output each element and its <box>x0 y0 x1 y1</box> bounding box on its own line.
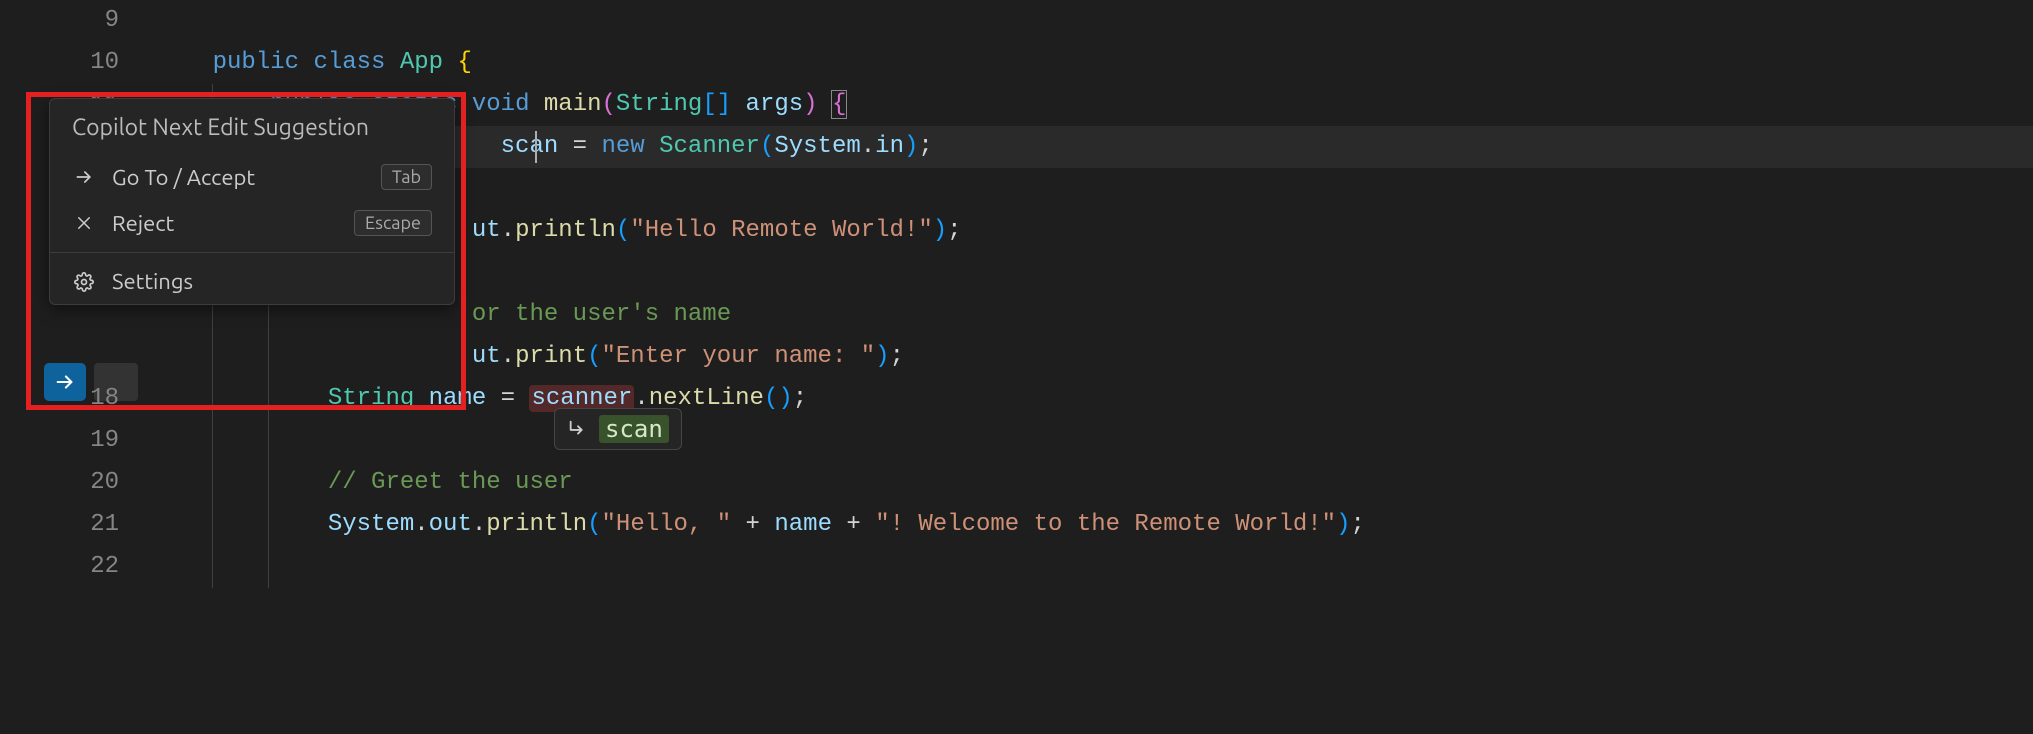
code-editor[interactable]: 9 10 public class App { 11 public static… <box>0 0 2033 734</box>
line-number: 21 <box>0 504 155 546</box>
code-text: ut.print("Enter your name: "); <box>155 336 904 378</box>
code-line[interactable]: 21 System.out.println("Hello, " + name +… <box>0 504 2033 546</box>
reply-arrow-icon <box>567 418 589 440</box>
reject-suggestion-button[interactable]: Reject Escape <box>50 200 454 246</box>
popup-title: Copilot Next Edit Suggestion <box>50 99 454 154</box>
code-text: System.out.println("Hello, " + name + "!… <box>155 504 1365 546</box>
line-number: 19 <box>0 420 155 462</box>
code-line[interactable]: 20 // Greet the user <box>0 462 2033 504</box>
code-line[interactable]: 19 <box>0 420 2033 462</box>
suggestion-text: scan <box>599 415 669 443</box>
settings-button[interactable]: Settings <box>50 259 454 304</box>
inline-suggestion-popup[interactable]: scan <box>554 408 682 450</box>
reject-label: Reject <box>112 211 338 236</box>
code-text: public class App { <box>155 42 472 84</box>
arrow-right-icon <box>54 371 76 393</box>
code-line[interactable]: 18 String name = scanner.nextLine(); <box>0 378 2033 420</box>
code-line[interactable]: 9 <box>0 0 2033 42</box>
code-line[interactable]: 10 public class App { <box>0 42 2033 84</box>
keyboard-shortcut: Tab <box>381 164 432 190</box>
keyboard-shortcut: Escape <box>354 210 432 236</box>
code-line[interactable]: ut.print("Enter your name: "); <box>0 336 2033 378</box>
line-number: 20 <box>0 462 155 504</box>
code-text: // Greet the user <box>155 462 573 504</box>
accept-label: Go To / Accept <box>112 165 365 190</box>
code-text: String name = scanner.nextLine(); <box>155 378 807 420</box>
arrow-right-icon <box>72 167 96 187</box>
line-number: 10 <box>0 42 155 84</box>
code-line[interactable]: 22 <box>0 546 2033 588</box>
text-cursor <box>535 131 537 163</box>
separator <box>50 252 454 253</box>
settings-label: Settings <box>112 269 432 294</box>
close-icon <box>72 214 96 232</box>
next-edit-gutter-button[interactable] <box>44 363 86 401</box>
gear-icon <box>72 272 96 292</box>
line-number: 9 <box>0 0 155 42</box>
copilot-suggestion-popup: Copilot Next Edit Suggestion Go To / Acc… <box>49 98 455 305</box>
accept-suggestion-button[interactable]: Go To / Accept Tab <box>50 154 454 200</box>
line-number: 22 <box>0 546 155 588</box>
